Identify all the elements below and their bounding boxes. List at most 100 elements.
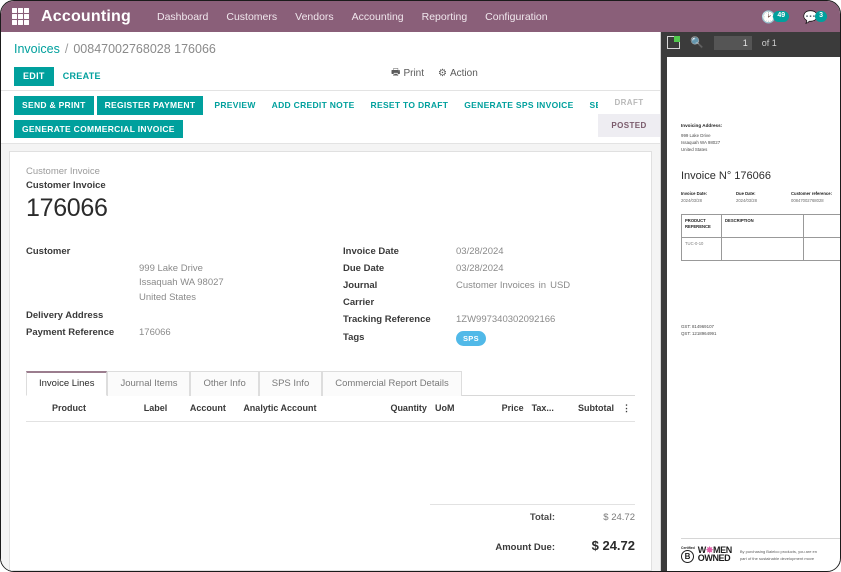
breadcrumb-current: 00847002768028 176066 xyxy=(73,42,216,56)
field-label-customer: Customer xyxy=(26,245,71,257)
register-payment-button[interactable]: REGISTER PAYMENT xyxy=(96,96,204,115)
page-title: 176066 xyxy=(26,194,108,222)
totals-block: Total: $ 24.72 Amount Due: $ 24.72 xyxy=(430,504,635,556)
menu-item-vendors[interactable]: Vendors xyxy=(295,11,334,23)
column-header-subtotal[interactable]: Subtotal xyxy=(564,395,618,422)
breadcrumb-invoices-link[interactable]: Invoices xyxy=(14,42,60,56)
pdf-meta-row: Invoice Date: 2024/03/28 Due Date: 2024/… xyxy=(681,191,840,204)
messages-count-badge: 3 xyxy=(815,11,827,22)
action-button[interactable]: ⚙ Action xyxy=(438,68,478,79)
menu-item-reporting[interactable]: Reporting xyxy=(422,11,468,23)
amount-due-value: $ 24.72 xyxy=(591,538,635,553)
magnifier-icon[interactable]: 🔍 xyxy=(690,36,704,49)
field-tags[interactable]: Tags SPS xyxy=(343,330,635,347)
messaging-menu[interactable]: 💬 3 xyxy=(803,10,827,24)
stage-posted[interactable]: POSTED xyxy=(598,114,660,137)
field-value-due-date: 03/28/2024 xyxy=(456,262,504,274)
field-label-tracking-reference: Tracking Reference xyxy=(343,313,431,325)
menu-item-accounting[interactable]: Accounting xyxy=(352,11,404,23)
menu-item-configuration[interactable]: Configuration xyxy=(485,11,547,23)
kebab-menu-icon[interactable]: ⋮ xyxy=(618,395,635,422)
menu-item-dashboard[interactable]: Dashboard xyxy=(157,11,208,23)
certified-label: Certified xyxy=(681,545,695,550)
field-label-carrier: Carrier xyxy=(343,296,375,308)
field-label-due-date: Due Date xyxy=(343,262,385,274)
currency-link[interactable]: USD xyxy=(550,280,570,291)
field-label-tags: Tags xyxy=(343,331,365,343)
action-label: Action xyxy=(449,68,478,79)
pdf-cell: 1 Unit xyxy=(804,238,840,260)
pdf-col-description: DESCRIPTION xyxy=(722,215,804,261)
column-header-account[interactable]: Account xyxy=(185,395,240,422)
b-corp-icon: B xyxy=(681,549,694,563)
pdf-tax-ids: GST: 814969107 QST: 1218964991 xyxy=(681,324,840,338)
status-badge[interactable]: SPS xyxy=(456,330,486,347)
total-value: $ 24.72 xyxy=(603,512,635,523)
pdf-stage[interactable]: Invoicing Address: 999 Lake Drive Issaqu… xyxy=(661,53,840,571)
tab-invoice-lines[interactable]: Invoice Lines xyxy=(26,370,108,396)
pdf-meta-value: 2024/03/28 xyxy=(681,197,702,203)
tab-journal-items[interactable]: Journal Items xyxy=(107,370,191,396)
menu-item-customers[interactable]: Customers xyxy=(226,11,277,23)
sidebar-toggle-icon[interactable] xyxy=(667,36,680,49)
tab-commercial-report-details[interactable]: Commercial Report Details xyxy=(322,370,462,396)
notebook-tabs: Invoice Lines Journal Items Other Info S… xyxy=(26,370,635,396)
pdf-meta-key: Customer reference: xyxy=(791,191,832,197)
field-label-invoice-date: Invoice Date xyxy=(343,245,399,257)
column-header-price[interactable]: Price xyxy=(464,395,528,422)
field-tracking-reference[interactable]: Tracking Reference 1ZW997340302092166 xyxy=(343,313,635,329)
print-action-group: 🖶 Print ⚙ Action xyxy=(391,65,478,82)
women-owned-wordmark: W✸MEN OWNED xyxy=(698,545,732,563)
status-button-band: SEND & PRINT REGISTER PAYMENT PREVIEW AD… xyxy=(1,90,660,144)
generate-sps-invoice-button[interactable]: GENERATE SPS INVOICE xyxy=(456,96,581,115)
field-invoice-date[interactable]: Invoice Date 03/28/2024 xyxy=(343,245,635,261)
field-label-delivery-address: Delivery Address xyxy=(26,309,104,321)
field-delivery-address[interactable]: Delivery Address xyxy=(26,309,341,325)
app-window: Accounting Dashboard Customers Vendors A… xyxy=(0,0,841,572)
field-label-payment-reference: Payment Reference xyxy=(26,326,115,338)
column-header-uom[interactable]: UoM xyxy=(430,395,465,422)
tab-sps-info[interactable]: SPS Info xyxy=(258,370,323,396)
print-button[interactable]: 🖶 Print xyxy=(391,65,424,82)
pdf-column-header: PRODUCT REFERENCE xyxy=(682,215,721,239)
column-header-analytic-account[interactable]: Analytic Account xyxy=(239,395,338,422)
field-journal[interactable]: Journal Customer Invoices in USD xyxy=(343,279,635,295)
pdf-gst-number: GST: 814969107 xyxy=(681,324,714,330)
form-pane: Invoices / 00847002768028 176066 EDIT CR… xyxy=(1,32,661,571)
form-scroll-area: Customer Invoice Customer Invoice 176066… xyxy=(1,144,660,571)
total-row: Total: $ 24.72 xyxy=(430,504,635,526)
field-value-customer-address: 999 Lake Drive Issaquah WA 98027 United … xyxy=(139,262,224,304)
journal-link[interactable]: Customer Invoices xyxy=(456,280,535,291)
stage-draft[interactable]: DRAFT xyxy=(598,91,660,114)
edit-button[interactable]: EDIT xyxy=(14,67,54,86)
create-button[interactable]: CREATE xyxy=(54,67,110,86)
column-header-product[interactable]: Product xyxy=(26,395,104,422)
pdf-address-heading: Invoicing Address: xyxy=(681,123,723,128)
main-menu: Dashboard Customers Vendors Accounting R… xyxy=(157,11,548,23)
status-buttons-row-2: GENERATE COMMERCIAL INVOICE xyxy=(1,119,660,138)
column-header-tax[interactable]: Tax... xyxy=(527,395,565,422)
field-payment-reference[interactable]: Payment Reference 176066 xyxy=(26,326,341,342)
preview-button[interactable]: PREVIEW xyxy=(206,96,263,115)
navbar-systray: 🕑 49 💬 3 xyxy=(761,1,827,32)
activity-menu[interactable]: 🕑 49 xyxy=(761,10,790,24)
grid-apps-icon[interactable] xyxy=(12,8,29,25)
column-header-quantity[interactable]: Quantity xyxy=(337,395,431,422)
reset-to-draft-button[interactable]: RESET TO DRAFT xyxy=(363,96,457,115)
tab-other-info[interactable]: Other Info xyxy=(190,370,259,396)
field-customer[interactable]: Customer xyxy=(26,245,341,261)
breadcrumb-separator: / xyxy=(64,42,69,56)
send-and-print-button[interactable]: SEND & PRINT xyxy=(14,96,94,115)
pdf-footer: Certified B W✸MEN OWNED By purchasing Ba… xyxy=(681,537,840,563)
generate-commercial-invoice-button[interactable]: GENERATE COMMERCIAL INVOICE xyxy=(14,119,183,138)
pdf-page-count: of 1 xyxy=(761,37,777,48)
pdf-preview-pane: 🔍 1 of 1 Invoicing Address: 999 Lake Dri… xyxy=(661,32,840,571)
pdf-invoice-title: Invoice N° 176066 xyxy=(681,170,772,183)
column-header-label[interactable]: Label xyxy=(103,395,186,422)
form-fields-grid: Customer 999 Lake Drive Issaquah WA 9802… xyxy=(26,245,635,348)
pdf-page-input[interactable]: 1 xyxy=(713,35,752,50)
add-credit-note-button[interactable]: ADD CREDIT NOTE xyxy=(264,96,363,115)
pdf-col-ordered-quantity: ORDERED QUANTITY 1 Unit xyxy=(804,215,840,260)
field-carrier[interactable]: Carrier xyxy=(343,296,635,312)
field-due-date[interactable]: Due Date 03/28/2024 xyxy=(343,262,635,278)
